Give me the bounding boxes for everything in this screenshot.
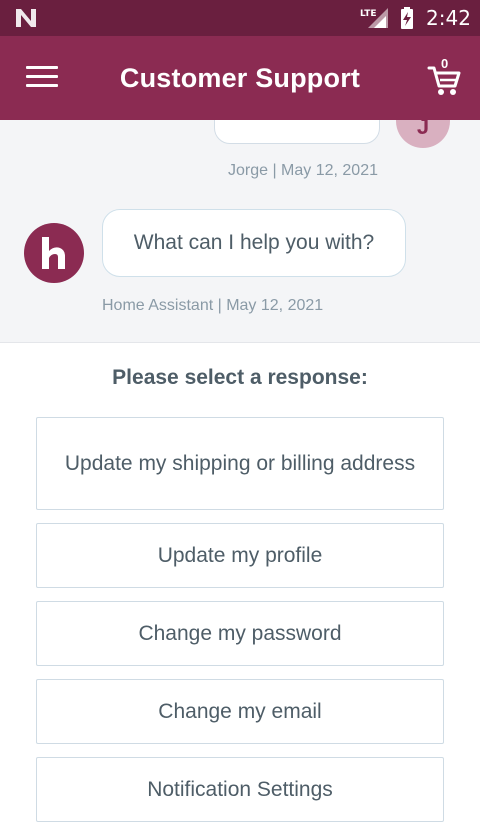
chat-area[interactable]: J Jorge | May 12, 2021 What can I help y… <box>0 120 480 343</box>
lte-label: LTE <box>360 9 377 19</box>
n-logo-icon <box>16 9 36 27</box>
assistant-message-bubble: What can I help you with? <box>102 209 406 277</box>
lte-signal-icon: LTE <box>360 8 388 28</box>
user-avatar-initial: J <box>416 120 430 139</box>
assistant-message-meta: Home Assistant | May 12, 2021 <box>102 297 324 314</box>
app-bar: Customer Support 0 <box>0 36 480 120</box>
status-bar: LTE 2:42 <box>0 0 480 36</box>
assistant-avatar <box>24 223 84 283</box>
status-time: 2:42 <box>426 6 471 30</box>
response-option-notification-settings[interactable]: Notification Settings <box>36 757 444 822</box>
assistant-message-text: What can I help you with? <box>133 231 375 254</box>
user-message-meta: Jorge | May 12, 2021 <box>227 162 378 179</box>
response-prompt-heading: Please select a response: <box>112 366 368 389</box>
page-title: Customer Support <box>119 63 361 93</box>
battery-charging-icon <box>401 7 413 29</box>
user-avatar: J <box>396 120 450 148</box>
response-option-update-profile[interactable]: Update my profile <box>36 523 444 588</box>
response-option-update-address[interactable]: Update my shipping or billing address <box>36 417 444 510</box>
home-assistant-logo-icon <box>42 237 65 269</box>
cart-count-badge: 0 <box>441 56 449 71</box>
response-options-list: Update my shipping or billing address Up… <box>36 417 444 835</box>
user-message-bubble <box>214 120 380 144</box>
response-option-change-password[interactable]: Change my password <box>36 601 444 666</box>
response-option-change-email[interactable]: Change my email <box>36 679 444 744</box>
